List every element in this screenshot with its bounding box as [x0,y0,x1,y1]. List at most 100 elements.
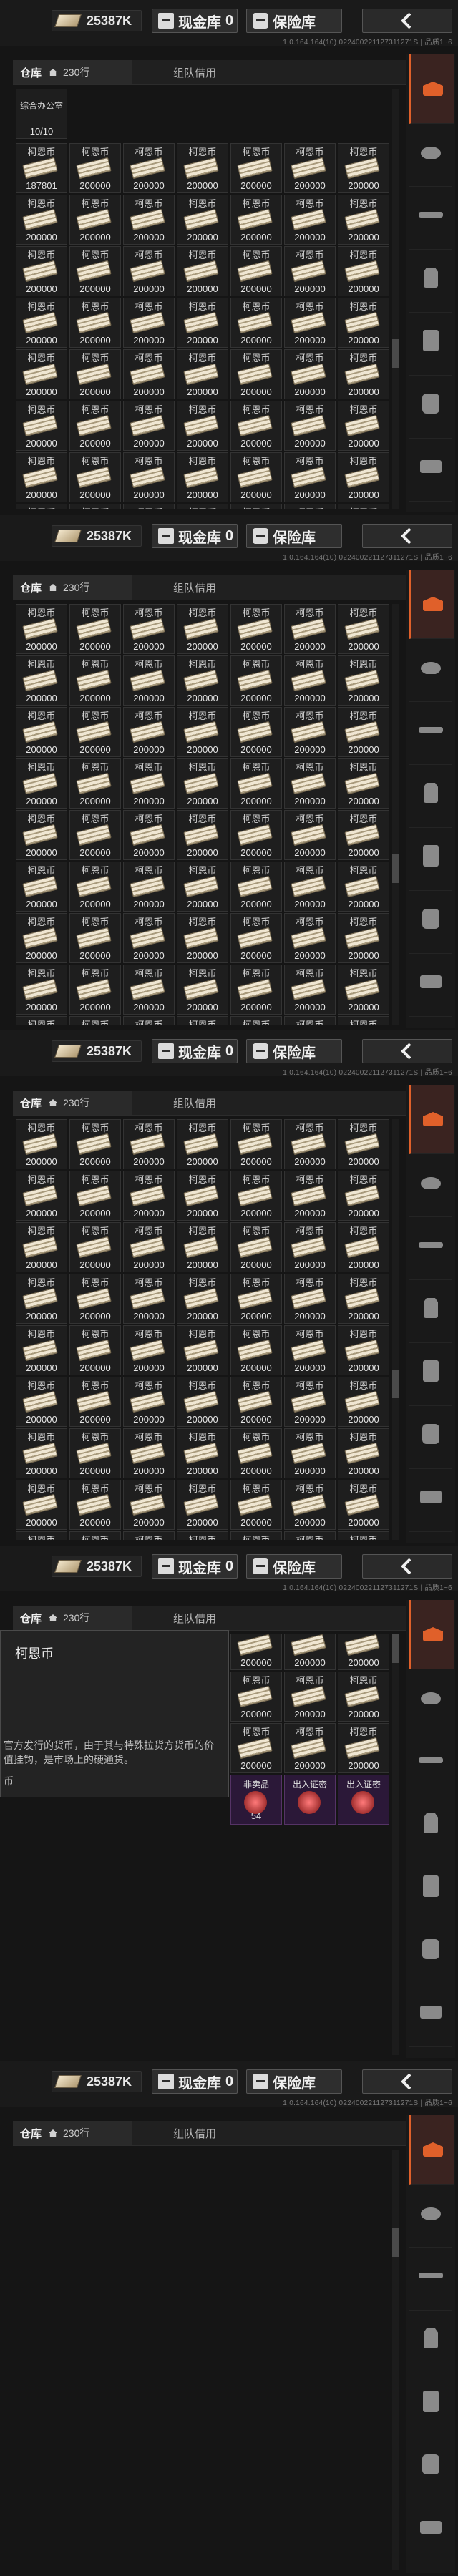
category-gun[interactable] [409,696,452,765]
inventory-slot[interactable]: 柯恩币200000 [69,401,121,451]
inventory-slot[interactable]: 柯恩币200000 [69,349,121,399]
inventory-slot[interactable]: 柯恩币200000 [284,1377,336,1427]
inventory-slot[interactable]: 柯恩币200000 [177,1325,228,1375]
safe-vault-button[interactable]: 保险库 [246,9,342,33]
category-warehouse[interactable] [409,1085,454,1154]
inventory-slot[interactable]: 柯恩币200000 [16,965,67,1015]
scrollbar[interactable] [392,1634,399,2055]
inventory-slot[interactable]: 柯恩币200000 [284,246,336,296]
inventory-slot[interactable]: 柯恩币200000 [284,604,336,654]
inventory-slot[interactable]: 柯恩币200000 [284,1171,336,1221]
special-item-slot[interactable]: 出入证密 [284,1775,336,1825]
inventory-slot[interactable]: 柯恩币200000 [284,1016,336,1025]
inventory-slot[interactable]: 柯恩币200000 [230,862,282,912]
inventory-slot[interactable]: 柯恩币200000 [69,1531,121,1540]
inventory-slot[interactable]: 柯恩币200000 [16,655,67,706]
tab-team-borrow[interactable]: 组队借用 [159,1091,288,1115]
inventory-slot[interactable]: 柯恩币200000 [69,707,121,757]
category-gun[interactable] [409,180,452,250]
inventory-slot[interactable]: 柯恩币200000 [123,1274,175,1324]
inventory-slot[interactable]: 柯恩币200000 [177,1119,228,1169]
category-armor[interactable] [409,1274,452,1343]
inventory-slot[interactable]: 柯恩币200000 [338,1480,389,1530]
inventory-slot[interactable]: 柯恩币200000 [284,349,336,399]
inventory-slot[interactable]: 柯恩币200000 [123,1480,175,1530]
inventory-slot[interactable]: 柯恩币200000 [123,452,175,502]
inventory-slot[interactable]: 柯恩币200000 [16,1222,67,1272]
inventory-slot[interactable]: 柯恩币200000 [338,655,389,706]
inventory-slot[interactable]: 柯恩币200000 [69,965,121,1015]
inventory-slot[interactable]: 柯恩币200000 [177,655,228,706]
category-armor[interactable] [409,243,452,313]
inventory-slot[interactable]: 柯恩币200000 [230,452,282,502]
category-toolbox[interactable] [409,2493,452,2562]
inventory-slot[interactable]: 柯恩币200000 [338,504,389,509]
inventory-slot[interactable]: 柯恩币200000 [69,1325,121,1375]
inventory-slot[interactable]: 柯恩币200000 [338,246,389,296]
inventory-slot[interactable]: 柯恩币200000 [338,810,389,860]
tab-warehouse[interactable]: 仓库 230行 [13,60,132,84]
inventory-slot[interactable]: 柯恩币200000 [338,1222,389,1272]
inventory-slot[interactable]: 柯恩币200000 [16,1016,67,1025]
inventory-slot[interactable]: 柯恩币200000 [16,504,67,509]
inventory-slot[interactable]: 柯恩币200000 [284,1480,336,1530]
inventory-slot[interactable]: 柯恩币200000 [69,143,121,193]
inventory-slot[interactable]: 柯恩币200000 [177,913,228,963]
inventory-slot[interactable]: 柯恩币200000 [69,758,121,809]
inventory-slot[interactable]: 柯恩币200000 [284,758,336,809]
inventory-slot[interactable]: 柯恩币200000 [230,1274,282,1324]
inventory-slot[interactable]: 柯恩币200000 [338,1325,389,1375]
tab-warehouse[interactable]: 仓库 230行 [13,1091,132,1115]
inventory-slot[interactable]: 柯恩币200000 [123,246,175,296]
inventory-slot[interactable]: 柯恩币200000 [230,349,282,399]
category-helmet[interactable] [409,1663,452,1732]
cash-vault-button[interactable]: 现金库 0 [152,9,238,33]
inventory-slot[interactable]: 柯恩币 187801 [16,143,67,193]
inventory-slot[interactable]: 柯恩币200000 [16,401,67,451]
inventory-slot[interactable]: 柯恩币200000 [123,1531,175,1540]
inventory-slot[interactable]: 柯恩币200000 [230,195,282,245]
inventory-slot[interactable]: 柯恩币200000 [69,862,121,912]
inventory-slot[interactable]: 柯恩币200000 [284,1672,336,1722]
category-bag[interactable] [409,884,452,954]
cash-vault-button[interactable]: 现金库 0 [152,2069,238,2094]
category-armor[interactable] [409,1789,452,1858]
inventory-slot[interactable]: 柯恩币200000 [284,401,336,451]
inventory-slot[interactable]: 柯恩币200000 [338,401,389,451]
category-warehouse[interactable] [409,570,454,639]
inventory-slot[interactable]: 柯恩币200000 [177,1428,228,1478]
inventory-slot[interactable]: 柯恩币200000 [284,862,336,912]
special-item-slot[interactable]: 出入证密 [338,1775,389,1825]
category-gun[interactable] [409,1211,452,1280]
inventory-slot[interactable]: 柯恩币200000 [123,862,175,912]
inventory-slot[interactable]: 柯恩币200000 [16,1428,67,1478]
inventory-slot[interactable]: 柯恩币200000 [177,504,228,509]
inventory-slot[interactable]: 柯恩币200000 [177,1377,228,1427]
inventory-slot[interactable]: 柯恩币200000 [230,810,282,860]
inventory-slot[interactable]: 柯恩币200000 [69,452,121,502]
inventory-slot[interactable]: 柯恩币200000 [284,1723,336,1773]
inventory-slot[interactable]: 柯恩币200000 [230,707,282,757]
category-bag[interactable] [409,2430,452,2499]
scrollbar-thumb[interactable] [392,339,399,368]
inventory-slot[interactable]: 柯恩币200000 [177,1016,228,1025]
inventory-slot[interactable]: 柯恩币200000 [69,1016,121,1025]
scrollbar[interactable] [392,2150,399,2570]
inventory-slot[interactable]: 柯恩币200000 [284,1222,336,1272]
inventory-slot[interactable]: 柯恩币200000 [69,1171,121,1221]
safe-vault-button[interactable]: 保险库 [246,2069,342,2094]
inventory-slot[interactable]: 柯恩币200000 [69,298,121,348]
back-button[interactable] [362,1039,452,1063]
inventory-slot[interactable]: 柯恩币200000 [123,1325,175,1375]
inventory-slot[interactable]: 柯恩币200000 [123,1377,175,1427]
inventory-slot[interactable]: 柯恩币200000 [69,246,121,296]
inventory-slot[interactable]: 柯恩币200000 [284,707,336,757]
inventory-slot[interactable]: 柯恩币200000 [16,246,67,296]
inventory-slot[interactable]: 柯恩币200000 [123,1222,175,1272]
safe-vault-button[interactable]: 保险库 [246,1039,342,1063]
category-warehouse[interactable] [409,54,454,124]
inventory-slot[interactable]: 柯恩币200000 [16,862,67,912]
inventory-slot[interactable]: 柯恩币200000 [69,913,121,963]
cash-vault-button[interactable]: 现金库 0 [152,1554,238,1579]
inventory-slot[interactable]: 柯恩币200000 [338,1634,389,1670]
